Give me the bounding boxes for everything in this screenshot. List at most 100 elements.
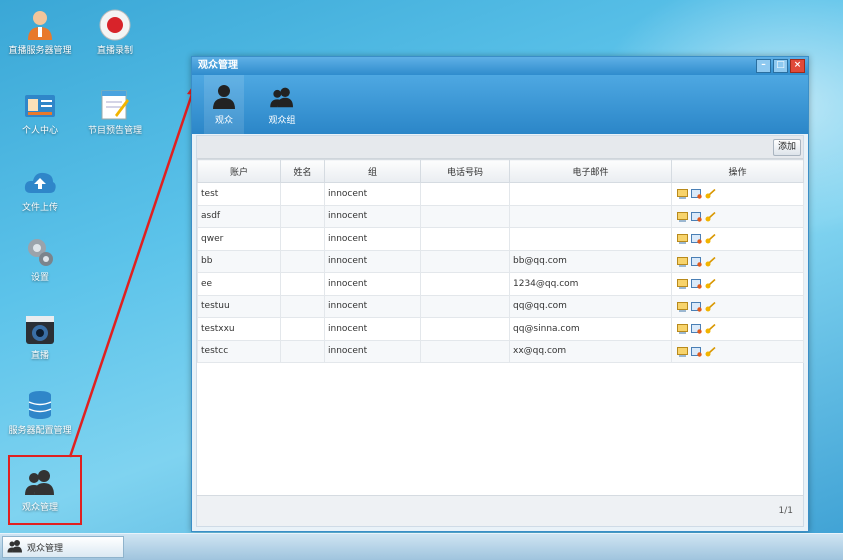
close-button[interactable]: × — [790, 59, 805, 73]
tab-audience[interactable]: 观众 — [204, 75, 244, 134]
cell-name — [280, 272, 325, 296]
cell-email: 1234@qq.com — [509, 272, 672, 296]
key-icon[interactable] — [705, 324, 716, 334]
details-icon[interactable] — [691, 301, 702, 312]
edit-icon[interactable] — [677, 346, 688, 357]
maximize-button[interactable]: □ — [773, 59, 788, 73]
key-icon[interactable] — [705, 211, 716, 222]
audience-table: 账户 姓名 组 电话号码 电子邮件 操作 test innocent asdf inn… — [197, 159, 804, 363]
cell-account: testcc — [197, 339, 281, 363]
cell-actions — [671, 317, 804, 341]
taskbar-item-label: 观众管理 — [27, 543, 64, 554]
taskbar: 观众管理 — [0, 533, 843, 560]
window-title: 观众管理 — [198, 60, 238, 71]
cell-email: xx@qq.com — [509, 339, 672, 363]
edit-icon[interactable] — [677, 234, 688, 245]
column-header-group[interactable]: 组 — [324, 159, 421, 183]
cell-group: innocent — [324, 227, 421, 251]
table-row[interactable]: test innocent — [197, 182, 804, 206]
table-row[interactable]: testcc innocent xx@qq.com — [197, 339, 804, 363]
details-icon[interactable] — [691, 346, 702, 357]
edit-icon[interactable] — [677, 256, 688, 267]
tab-audience-label: 观众 — [214, 116, 233, 126]
edit-icon[interactable] — [677, 211, 688, 222]
page-indicator: 1/1 — [778, 506, 793, 516]
cell-phone — [420, 339, 510, 363]
cell-group: innocent — [324, 294, 421, 318]
key-icon[interactable] — [705, 346, 716, 357]
cell-actions — [671, 182, 804, 206]
edit-icon[interactable] — [677, 301, 688, 312]
cell-group: innocent — [324, 339, 421, 363]
cell-phone — [420, 294, 510, 318]
details-icon[interactable] — [691, 256, 702, 267]
cell-email: qq@sinna.com — [509, 317, 672, 341]
cell-actions — [671, 249, 804, 273]
cell-phone — [420, 182, 510, 206]
column-header-email[interactable]: 电子邮件 — [509, 159, 672, 183]
cell-email — [509, 204, 672, 228]
key-icon[interactable] — [705, 189, 716, 199]
edit-icon[interactable] — [677, 279, 688, 290]
table-header-row: 账户 姓名 组 电话号码 电子邮件 操作 — [197, 159, 804, 183]
users-icon — [7, 539, 23, 556]
content-panel: 添加 账户 姓名 组 电话号码 电子邮件 操作 test innocent asdf… — [196, 135, 804, 527]
window-toolbar: 观众 观众组 — [192, 75, 808, 134]
key-icon[interactable] — [705, 256, 716, 267]
details-icon[interactable] — [691, 234, 702, 244]
cell-name — [280, 249, 325, 273]
cell-group: innocent — [324, 249, 421, 273]
table-row[interactable]: asdf innocent — [197, 204, 804, 228]
cell-name — [280, 227, 325, 251]
table-row[interactable]: testxxu innocent qq@sinna.com — [197, 317, 804, 341]
cell-group: innocent — [324, 182, 421, 206]
cell-name — [280, 204, 325, 228]
taskbar-item-audience-management[interactable]: 观众管理 — [2, 536, 124, 558]
column-header-phone[interactable]: 电话号码 — [420, 159, 510, 183]
action-bar: 添加 — [197, 136, 803, 159]
cell-email: qq@qq.com — [509, 294, 672, 318]
cell-phone — [420, 227, 510, 251]
cell-email: bb@qq.com — [509, 249, 672, 273]
tab-audience-group[interactable]: 观众组 — [262, 75, 302, 134]
edit-icon[interactable] — [677, 189, 688, 200]
column-header-name[interactable]: 姓名 — [280, 159, 325, 183]
table-row[interactable]: bb innocent bb@qq.com — [197, 249, 804, 273]
cell-account: qwer — [197, 227, 281, 251]
edit-icon[interactable] — [677, 324, 688, 335]
cell-phone — [420, 249, 510, 273]
cell-actions — [671, 227, 804, 251]
table-row[interactable]: testuu innocent qq@qq.com — [197, 294, 804, 318]
cell-account: bb — [197, 249, 281, 273]
table-row[interactable]: ee innocent 1234@qq.com — [197, 272, 804, 296]
key-icon[interactable] — [705, 279, 716, 289]
cell-account: testuu — [197, 294, 281, 318]
details-icon[interactable] — [691, 211, 702, 222]
cell-actions — [671, 272, 804, 296]
cell-actions — [671, 339, 804, 363]
details-icon[interactable] — [691, 279, 702, 289]
cell-email — [509, 182, 672, 206]
key-icon[interactable] — [705, 301, 716, 312]
cell-phone — [420, 317, 510, 341]
add-button[interactable]: 添加 — [772, 139, 801, 156]
cell-name — [280, 294, 325, 318]
column-header-actions: 操作 — [671, 159, 804, 183]
details-icon[interactable] — [691, 189, 702, 199]
pagination-bar: 1/1 — [197, 495, 803, 526]
cell-account: test — [197, 182, 281, 206]
cell-actions — [671, 204, 804, 228]
column-header-account[interactable]: 账户 — [197, 159, 281, 183]
window-titlebar[interactable]: 观众管理 – □ × — [192, 57, 808, 75]
tab-audience-group-label: 观众组 — [268, 116, 296, 126]
cell-name — [280, 317, 325, 341]
details-icon[interactable] — [691, 324, 702, 334]
cell-name — [280, 182, 325, 206]
audience-management-window: 观众管理 – □ × 观众 观众组 添加 账户 姓名 组 电话号码 电子邮件 操… — [191, 56, 809, 532]
key-icon[interactable] — [705, 234, 716, 244]
cell-email — [509, 227, 672, 251]
cell-group: innocent — [324, 272, 421, 296]
table-row[interactable]: qwer innocent — [197, 227, 804, 251]
minimize-button[interactable]: – — [756, 59, 771, 73]
cell-account: asdf — [197, 204, 281, 228]
